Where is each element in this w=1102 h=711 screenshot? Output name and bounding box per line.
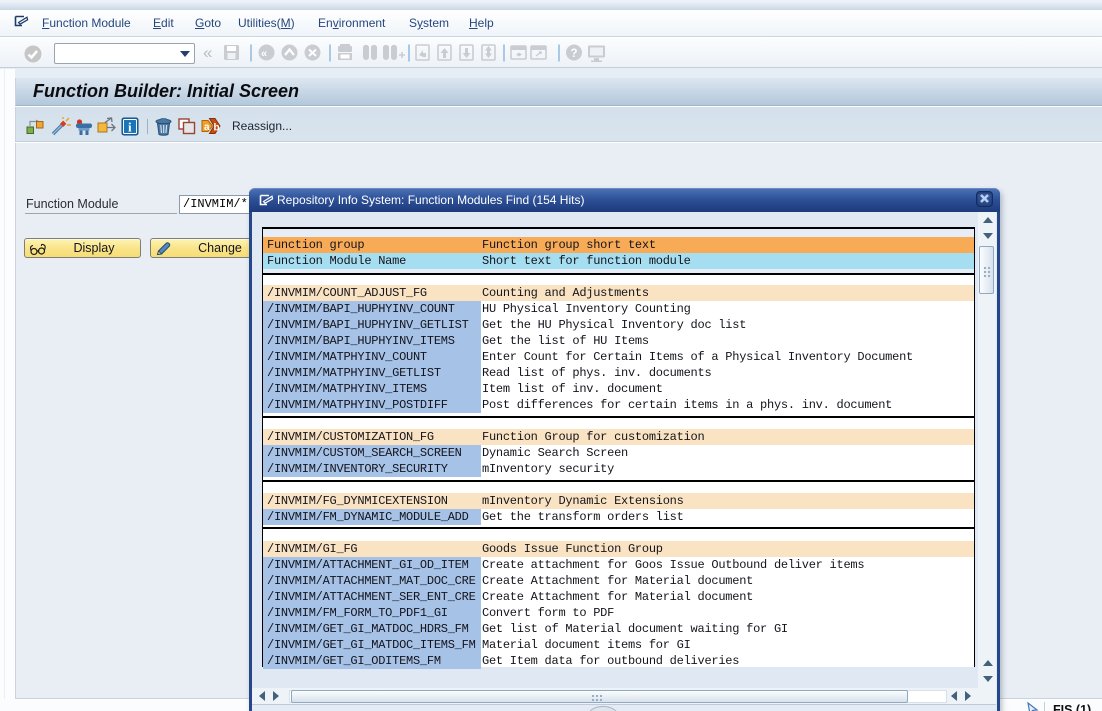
svg-text:a: a [204,122,210,133]
svg-text:«: « [203,43,212,62]
svg-text:b: b [214,123,220,134]
svg-text:?: ? [571,48,578,60]
svg-text:i: i [128,120,132,135]
svg-text:«: « [261,48,267,60]
